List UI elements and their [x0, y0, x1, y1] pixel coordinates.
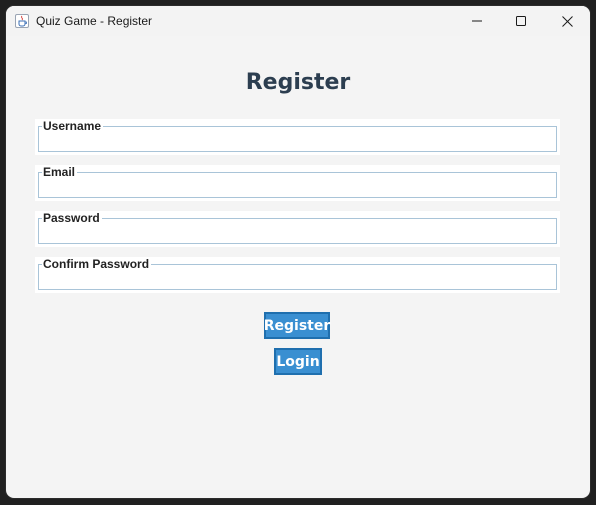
minimize-icon	[472, 20, 482, 22]
confirm-password-label: Confirm Password	[42, 257, 152, 271]
username-input[interactable]	[40, 134, 553, 150]
username-field-group: Username	[35, 119, 560, 155]
password-input[interactable]	[40, 226, 553, 242]
login-button[interactable]: Login	[274, 348, 322, 375]
close-button[interactable]	[544, 6, 590, 36]
maximize-icon	[516, 16, 526, 26]
java-cup-icon	[15, 14, 29, 28]
password-label: Password	[42, 211, 102, 225]
email-field-group: Email	[35, 165, 560, 201]
confirm-password-input[interactable]	[40, 272, 553, 288]
confirm-password-field-group: Confirm Password	[35, 257, 560, 293]
maximize-button[interactable]	[498, 6, 544, 36]
username-label: Username	[42, 119, 104, 133]
page-title: Register	[245, 70, 351, 95]
window-title: Quiz Game - Register	[36, 14, 153, 28]
app-window: Quiz Game - Register Register Username E…	[6, 6, 590, 498]
password-field-group: Password	[35, 211, 560, 247]
email-input[interactable]	[40, 180, 553, 196]
minimize-button[interactable]	[454, 6, 500, 36]
title-bar[interactable]: Quiz Game - Register	[6, 6, 590, 36]
register-button[interactable]: Register	[264, 312, 330, 339]
email-label: Email	[42, 165, 78, 179]
close-icon	[561, 15, 573, 27]
